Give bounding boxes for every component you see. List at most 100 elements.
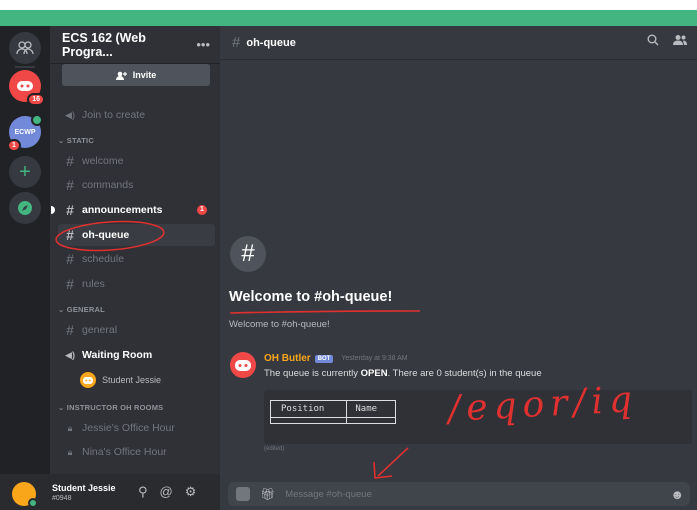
channel-label: Join to create <box>82 109 146 121</box>
message-text-pre: The queue is currently <box>264 368 361 379</box>
queue-table: Position Name <box>269 400 397 424</box>
more-icon[interactable]: ••• <box>196 37 210 52</box>
category-label: GENERAL <box>66 305 105 314</box>
hash-icon: # <box>66 251 74 267</box>
plus-icon: + <box>19 160 31 183</box>
voice-channel-jessie-office[interactable]: 🔒︎ Jessie's Office Hour <box>58 417 215 439</box>
channel-sidebar: ECS 162 (Web Progra... ••• Invite ◀) Joi… <box>50 26 220 510</box>
avatar[interactable] <box>12 482 38 508</box>
discord-app: 16 ECWP 1 + ECS 162 (Web Progra... ••• I… <box>0 26 697 510</box>
channel-announcements[interactable]: # announcements 1 <box>51 199 215 221</box>
discord-logo-icon <box>235 359 251 371</box>
server-initials: ECWP <box>14 128 36 136</box>
category-label: INSTRUCTOR OH ROOMS <box>66 403 164 412</box>
hash-icon: # <box>66 153 74 169</box>
speaker-icon: ◀) <box>65 349 75 360</box>
discord-logo-icon <box>17 81 33 91</box>
unread-pip <box>51 206 55 214</box>
home-button[interactable] <box>9 32 41 64</box>
user-panel: Student Jessie #0948 ⚲ @ ⚙ <box>0 474 220 510</box>
channel-label: Nina's Office Hour <box>82 446 167 458</box>
channel-rules[interactable]: # rules <box>58 273 215 295</box>
bot-avatar[interactable] <box>230 352 256 378</box>
lock-icon: 🔒︎ <box>67 422 73 433</box>
hash-icon: # <box>66 227 74 243</box>
server-discord-red[interactable]: 16 <box>9 70 45 106</box>
voice-channel-waiting-room[interactable]: ◀) Waiting Room <box>58 344 215 366</box>
channel-general[interactable]: # general <box>58 319 215 341</box>
headphones-icon[interactable]: @ <box>160 484 173 500</box>
lock-icon: 🔒︎ <box>67 446 73 457</box>
table-header: Name <box>346 400 397 418</box>
table-cell <box>269 417 348 424</box>
hash-icon: # <box>66 202 74 218</box>
hash-icon: # <box>232 34 241 51</box>
channel-label: announcements <box>82 204 163 216</box>
server-name: ECS 162 (Web Progra... <box>62 30 146 59</box>
channel-label: general <box>82 324 118 336</box>
voice-member[interactable]: Student Jessie <box>80 370 161 390</box>
member-list-icon[interactable] <box>673 34 687 46</box>
header-actions <box>647 34 687 46</box>
search-icon[interactable] <box>647 34 659 46</box>
emoji-icon[interactable]: ☻ <box>670 487 684 502</box>
channel-oh-queue[interactable]: # oh-queue <box>58 224 215 246</box>
message-input[interactable] <box>285 488 690 500</box>
channel-join-to-create[interactable]: ◀) Join to create <box>58 104 215 126</box>
table-header-row: Position Name <box>269 400 397 418</box>
category-general[interactable]: ⌄ GENERAL <box>58 305 105 314</box>
category-instructor[interactable]: ⌄ INSTRUCTOR OH ROOMS <box>58 403 163 412</box>
invite-button[interactable]: Invite <box>62 64 210 86</box>
hash-icon: # <box>66 177 74 193</box>
voice-icon <box>31 114 43 126</box>
channel-label: oh-queue <box>82 229 130 241</box>
welcome-heading: Welcome to #oh-queue! <box>229 289 393 305</box>
bot-tag: BOT <box>314 354 334 363</box>
channel-hash-icon: # <box>230 236 266 272</box>
user-controls: ⚲ @ ⚙ <box>138 484 196 500</box>
avatar <box>80 372 96 388</box>
server-header[interactable]: ECS 162 (Web Progra... ••• <box>50 26 220 64</box>
message-composer: 🎁︎ ☻ <box>228 482 690 506</box>
hash-icon: # <box>66 322 74 338</box>
welcome-subtitle: Welcome to #oh-queue! <box>229 319 330 330</box>
speaker-icon: ◀) <box>65 109 75 120</box>
member-name: Student Jessie <box>102 375 162 385</box>
channel-label: Jessie's Office Hour <box>82 422 175 434</box>
status-online-icon <box>28 498 38 508</box>
rail-divider <box>15 66 35 68</box>
add-server-button[interactable]: + <box>9 156 41 188</box>
message-text: The queue is currently OPEN. There are 0… <box>264 368 542 379</box>
category-static[interactable]: ⌄ STATIC <box>58 136 94 145</box>
user-tag: #0948 <box>52 495 72 502</box>
channel-commands[interactable]: # commands <box>58 174 215 196</box>
channel-label: welcome <box>82 155 124 167</box>
server-rail: 16 ECWP 1 + <box>0 26 50 510</box>
voice-channel-nina-office[interactable]: 🔒︎ Nina's Office Hour <box>58 441 215 463</box>
table-row <box>269 417 397 424</box>
channel-label: rules <box>82 278 105 290</box>
compass-icon <box>18 201 32 215</box>
message-text-post: . There are 0 student(s) in the queue <box>387 368 542 379</box>
edited-marker: (edited) <box>264 446 285 452</box>
channel-schedule[interactable]: # schedule <box>58 248 215 270</box>
explore-servers-button[interactable] <box>9 192 41 224</box>
mention-badge: 1 <box>197 205 207 215</box>
queue-status: OPEN <box>360 368 388 379</box>
username: Student Jessie <box>52 483 116 493</box>
message-timestamp: Yesterday at 9:38 AM <box>341 355 408 362</box>
mention-badge: 1 <box>7 139 21 152</box>
gear-icon[interactable]: ⚙ <box>185 484 197 500</box>
discord-logo-icon <box>83 376 93 384</box>
chat-area: # oh-queue # Welcome to #oh-queue! Welco… <box>220 26 697 510</box>
gift-icon[interactable]: 🎁︎ <box>260 487 275 501</box>
table-header: Position <box>269 400 348 418</box>
mute-mic-icon[interactable]: ⚲ <box>138 484 148 500</box>
author-name[interactable]: OH Butler <box>264 353 311 364</box>
upload-icon[interactable] <box>236 487 250 501</box>
mention-badge: 16 <box>27 93 45 106</box>
friends-icon <box>16 41 34 55</box>
channel-label: commands <box>82 179 134 191</box>
server-ecs162[interactable]: ECWP 1 <box>7 114 43 152</box>
channel-welcome[interactable]: # welcome <box>58 150 215 172</box>
